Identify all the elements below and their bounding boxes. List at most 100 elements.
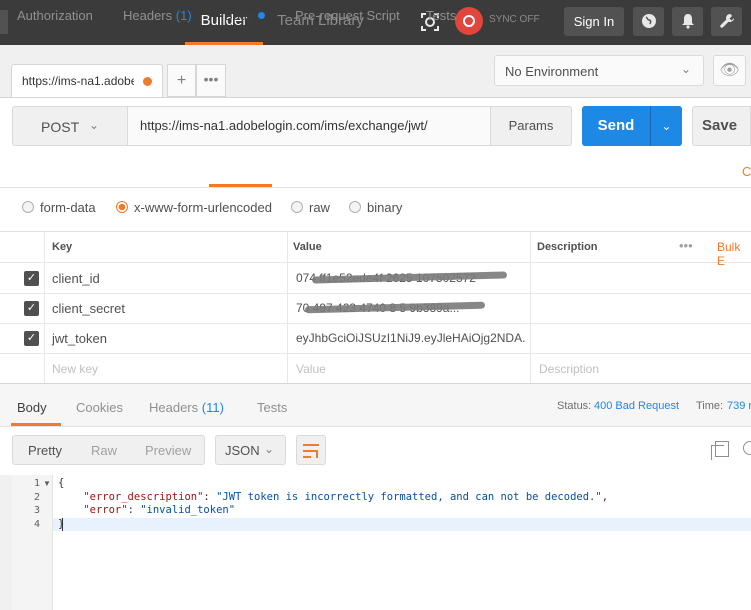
view-mode-preview[interactable]: Preview — [145, 443, 191, 458]
response-time-value[interactable]: 739 r — [727, 400, 751, 412]
send-button[interactable]: Send — [582, 106, 650, 146]
headers-count-badge: (1) — [175, 8, 192, 23]
row-checkbox[interactable]: ✓ — [24, 271, 39, 286]
column-header-key: Key — [52, 241, 73, 253]
column-divider — [287, 231, 288, 383]
row-checkbox[interactable]: ✓ — [24, 301, 39, 316]
radio-binary[interactable]: binary — [349, 200, 402, 215]
fold-caret-icon[interactable]: ▼ — [43, 479, 51, 488]
row-divider — [0, 262, 751, 263]
radio-form-data-circle — [22, 201, 34, 213]
radio-urlencoded-circle — [116, 201, 128, 213]
tab-tests[interactable]: Tests — [426, 8, 456, 23]
tab-prerequest-script[interactable]: Pre-request Script — [295, 8, 400, 23]
method-select[interactable]: POST ⌄ — [12, 106, 128, 146]
json-key: "error_description" — [83, 491, 204, 503]
unsaved-dot-icon — [143, 77, 152, 86]
column-divider — [530, 231, 531, 383]
radio-raw[interactable]: raw — [291, 200, 330, 215]
request-tab[interactable]: https://ims-na1.adobe — [11, 64, 163, 97]
environment-select[interactable]: No Environment ⌄ — [494, 55, 704, 86]
param-value[interactable]: eyJhbGciOiJSUzI1NiJ9.eyJleHAiOjg2NDA... — [296, 331, 526, 345]
response-tab-headers-label: Headers — [149, 400, 199, 415]
notifications-bell-icon[interactable] — [672, 7, 703, 36]
new-value-input[interactable]: Value — [296, 362, 526, 376]
sign-in-button[interactable]: Sign In — [564, 7, 624, 36]
tab-body-label: Body — [224, 8, 254, 23]
view-mode-raw[interactable]: Raw — [91, 443, 117, 458]
more-tabs-button[interactable]: ••• — [196, 64, 226, 97]
new-description-input[interactable]: Description — [539, 362, 599, 376]
response-tab-body[interactable]: Body — [17, 400, 47, 415]
body-modified-dot-icon — [257, 12, 265, 19]
code-line: { — [58, 477, 65, 489]
settings-wrench-icon[interactable] — [711, 7, 742, 36]
json-string: "invalid_token" — [140, 504, 236, 516]
view-mode-pretty[interactable]: Pretty — [28, 443, 62, 458]
time-label: Time: — [696, 400, 724, 412]
line-number: 3 — [33, 505, 40, 516]
params-button[interactable]: Params — [490, 106, 572, 146]
cookies-link[interactable]: C — [742, 164, 751, 179]
row-checkbox[interactable]: ✓ — [24, 331, 39, 346]
format-select[interactable]: JSON ⌄ — [215, 435, 286, 465]
line-number: 2 — [33, 492, 40, 503]
tab-headers-label: Headers — [123, 8, 173, 23]
send-options-chevron-icon[interactable]: ⌄ — [650, 106, 682, 146]
globe-icon[interactable] — [633, 7, 664, 36]
param-key[interactable]: jwt_token — [52, 331, 107, 346]
eye-icon[interactable]: 👁 — [713, 55, 746, 86]
code-line: "error": "invalid_token" — [83, 504, 236, 516]
save-button[interactable]: Save — [692, 106, 751, 146]
row-divider — [0, 293, 751, 294]
text-cursor — [62, 518, 63, 531]
table-more-button[interactable]: ••• — [679, 238, 693, 253]
radio-binary-circle — [349, 201, 361, 213]
active-tab-indicator — [11, 423, 61, 426]
param-key[interactable]: client_secret — [52, 301, 125, 316]
json-string: "JWT token is incorrectly formatted, and… — [216, 491, 602, 503]
active-line-highlight — [53, 518, 751, 531]
add-tab-button[interactable]: + — [167, 64, 196, 97]
new-key-input[interactable]: New key — [52, 362, 98, 376]
sync-status-icon[interactable] — [455, 7, 483, 35]
response-tab-headers[interactable]: Headers (11) — [149, 400, 224, 415]
column-header-value: Value — [293, 241, 322, 253]
copy-icon[interactable] — [711, 441, 729, 460]
radio-raw-label: raw — [309, 200, 330, 215]
radio-form-data-label: form-data — [40, 200, 96, 215]
response-tab-cookies[interactable]: Cookies — [76, 400, 123, 415]
format-label: JSON — [225, 443, 260, 458]
radio-urlencoded-label: x-www-form-urlencoded — [134, 200, 272, 215]
search-icon[interactable] — [743, 441, 751, 455]
request-tab-label: https://ims-na1.adobe — [22, 74, 134, 88]
response-tab-tests[interactable]: Tests — [257, 400, 287, 415]
param-key[interactable]: client_id — [52, 271, 100, 286]
code-line: "error_description": "JWT token is incor… — [83, 491, 609, 503]
response-headers-count-badge: (11) — [201, 400, 224, 415]
request-tabs-bar — [0, 155, 751, 188]
column-divider — [44, 231, 45, 383]
status-badge[interactable]: 400 Bad Request — [594, 400, 679, 412]
status-label: Status: — [557, 400, 592, 412]
json-key: "error" — [83, 504, 128, 516]
tab-headers[interactable]: Headers (1) — [123, 8, 192, 23]
left-edge-button[interactable] — [0, 10, 8, 34]
radio-binary-label: binary — [367, 200, 403, 215]
wrap-lines-icon[interactable] — [296, 435, 326, 465]
tab-tests-label: Tests — [426, 8, 457, 23]
method-label: POST — [41, 119, 80, 135]
column-header-description: Description — [537, 241, 598, 253]
url-input[interactable]: https://ims-na1.adobelogin.com/ims/excha… — [127, 106, 491, 146]
chevron-down-icon: ⌄ — [681, 62, 692, 76]
tab-authorization-label: Authorization — [17, 8, 93, 23]
bulk-edit-link[interactable]: Bulk E — [717, 240, 751, 268]
tab-body[interactable]: Body — [224, 8, 265, 23]
row-divider — [0, 353, 751, 354]
line-number: 4 — [33, 519, 40, 530]
row-divider — [0, 323, 751, 324]
tab-authorization[interactable]: Authorization — [17, 8, 93, 23]
radio-x-www-form-urlencoded[interactable]: x-www-form-urlencoded — [116, 200, 272, 215]
radio-form-data[interactable]: form-data — [22, 200, 96, 215]
chevron-down-icon: ⌄ — [264, 442, 275, 456]
